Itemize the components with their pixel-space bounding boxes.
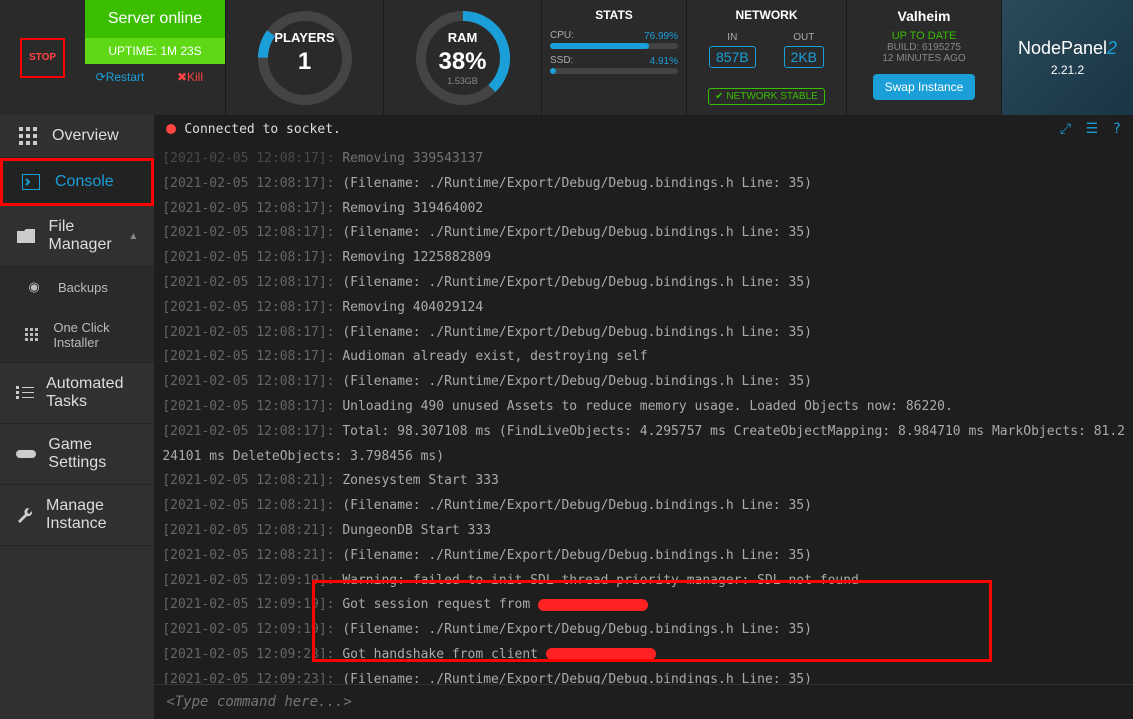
network-in: 857B xyxy=(709,46,756,68)
log-line: [2021-02-05 12:09:19]: (Filename: ./Runt… xyxy=(162,618,1125,643)
kill-button[interactable]: ✖ Kill xyxy=(155,64,225,89)
log-line: [2021-02-05 12:08:17]: Unloading 490 unu… xyxy=(162,395,1125,420)
log-line: [2021-02-05 12:08:17]: (Filename: ./Runt… xyxy=(162,370,1125,395)
swap-instance-button[interactable]: Swap Instance xyxy=(873,74,976,100)
list-icon xyxy=(16,386,34,400)
sidebar: Overview Console File Manager ▲ ◉ Backup… xyxy=(0,115,154,719)
sidebar-item-label: Backups xyxy=(58,280,108,295)
sidebar-item-label: Overview xyxy=(52,127,119,145)
sidebar-item-backups[interactable]: ◉ Backups xyxy=(0,267,154,308)
restart-icon: ⟳ xyxy=(96,70,106,84)
network-out: 2KB xyxy=(784,46,824,68)
command-input[interactable] xyxy=(166,694,1121,710)
command-input-row xyxy=(154,684,1133,719)
log-line: [2021-02-05 12:09:19]: Warning: failed t… xyxy=(162,569,1125,594)
log-line: [2021-02-05 12:08:17]: Removing 40402912… xyxy=(162,296,1125,321)
sidebar-item-game-settings[interactable]: Game Settings xyxy=(0,424,154,485)
players-gauge: PLAYERS 1 xyxy=(225,0,383,115)
redacted-text xyxy=(546,648,656,660)
folder-icon xyxy=(16,229,37,243)
log-line: [2021-02-05 12:09:19]: Got session reque… xyxy=(162,593,1125,618)
log-line: [2021-02-05 12:08:17]: (Filename: ./Runt… xyxy=(162,271,1125,296)
redacted-text xyxy=(538,599,648,611)
wrench-icon xyxy=(16,506,34,524)
sidebar-item-label: Manage Instance xyxy=(46,497,138,533)
archive-icon: ◉ xyxy=(22,279,46,295)
stop-section: STOP xyxy=(0,0,85,115)
log-line: [2021-02-05 12:08:17]: (Filename: ./Runt… xyxy=(162,221,1125,246)
sidebar-item-overview[interactable]: Overview xyxy=(0,115,154,158)
sidebar-item-label: One Click Installer xyxy=(53,320,138,350)
log-line: [2021-02-05 12:08:17]: Removing 12258828… xyxy=(162,246,1125,271)
status-dot-icon xyxy=(166,124,176,134)
list-view-icon[interactable]: ☰ xyxy=(1086,121,1099,137)
log-line: [2021-02-05 12:08:21]: Zonesystem Start … xyxy=(162,469,1125,494)
log-line: [2021-02-05 12:08:17]: Total: 98.307108 … xyxy=(162,420,1125,445)
ram-gauge: RAM 38% 1.53GB xyxy=(383,0,541,115)
log-line: [2021-02-05 12:08:21]: DungeonDB Start 3… xyxy=(162,519,1125,544)
check-icon: ✔ xyxy=(715,91,723,102)
uptime-label: UPTIME: 1M 23S xyxy=(85,38,225,64)
grid-icon xyxy=(16,127,40,145)
restart-button[interactable]: ⟳ Restart xyxy=(85,64,155,89)
log-line: [2021-02-05 12:08:17]: (Filename: ./Runt… xyxy=(162,321,1125,346)
log-line: [2021-02-05 12:09:23]: (Filename: ./Runt… xyxy=(162,668,1125,684)
sidebar-item-file-manager[interactable]: File Manager ▲ xyxy=(0,206,154,267)
stats-panel: STATS CPU: 76.99% SSD: 4.91% xyxy=(541,0,686,115)
log-line: [2021-02-05 12:08:17]: Audioman already … xyxy=(162,345,1125,370)
log-line: [2021-02-05 12:08:21]: (Filename: ./Runt… xyxy=(162,544,1125,569)
kill-icon: ✖ xyxy=(177,70,187,84)
brand-panel: NodePanel2 2.21.2 xyxy=(1001,0,1133,115)
log-line: [2021-02-05 12:08:17]: Removing 31946400… xyxy=(162,197,1125,222)
sidebar-item-automated-tasks[interactable]: Automated Tasks xyxy=(0,363,154,424)
gamepad-icon xyxy=(16,448,36,460)
sidebar-item-label: File Manager xyxy=(49,218,129,254)
sidebar-item-label: Console xyxy=(55,173,114,191)
sidebar-item-one-click[interactable]: One Click Installer xyxy=(0,308,154,363)
sidebar-item-console[interactable]: Console xyxy=(0,158,154,206)
server-status: Server online xyxy=(85,0,225,38)
network-stable-badge: ✔ NETWORK STABLE xyxy=(708,88,825,105)
log-line: 24101 ms DeleteObjects: 3.798456 ms) xyxy=(162,445,1125,470)
log-line: [2021-02-05 12:09:23]: Got handshake fro… xyxy=(162,643,1125,668)
chevron-up-icon: ▲ xyxy=(128,231,138,242)
sidebar-item-label: Game Settings xyxy=(48,436,138,472)
log-line: [2021-02-05 12:08:21]: (Filename: ./Runt… xyxy=(162,494,1125,519)
terminal-icon xyxy=(19,174,43,190)
help-icon[interactable]: ? xyxy=(1113,121,1121,137)
game-panel: Valheim UP TO DATE BUILD: 6195275 12 MIN… xyxy=(846,0,1001,115)
sidebar-item-label: Automated Tasks xyxy=(46,375,138,411)
status-section: Server online UPTIME: 1M 23S ⟳ Restart ✖… xyxy=(85,0,225,115)
console-status-bar: Connected to socket. ⤢ ☰ ? xyxy=(154,115,1133,143)
log-line: [2021-02-05 12:08:17]: (Filename: ./Runt… xyxy=(162,172,1125,197)
content-area: Connected to socket. ⤢ ☰ ? [2021-02-05 1… xyxy=(154,115,1133,719)
expand-icon[interactable]: ⤢ xyxy=(1060,121,1071,137)
sidebar-item-manage-instance[interactable]: Manage Instance xyxy=(0,485,154,546)
stop-button[interactable]: STOP xyxy=(20,38,65,78)
grid-small-icon xyxy=(22,328,41,342)
console-log[interactable]: [2021-02-05 12:08:17]: Removing 33954313… xyxy=(154,143,1133,684)
top-bar: STOP Server online UPTIME: 1M 23S ⟳ Rest… xyxy=(0,0,1133,115)
log-line: [2021-02-05 12:08:17]: Removing 33954313… xyxy=(162,147,1125,172)
network-panel: NETWORK IN 857B OUT 2KB ✔ NETWORK STABLE xyxy=(686,0,846,115)
